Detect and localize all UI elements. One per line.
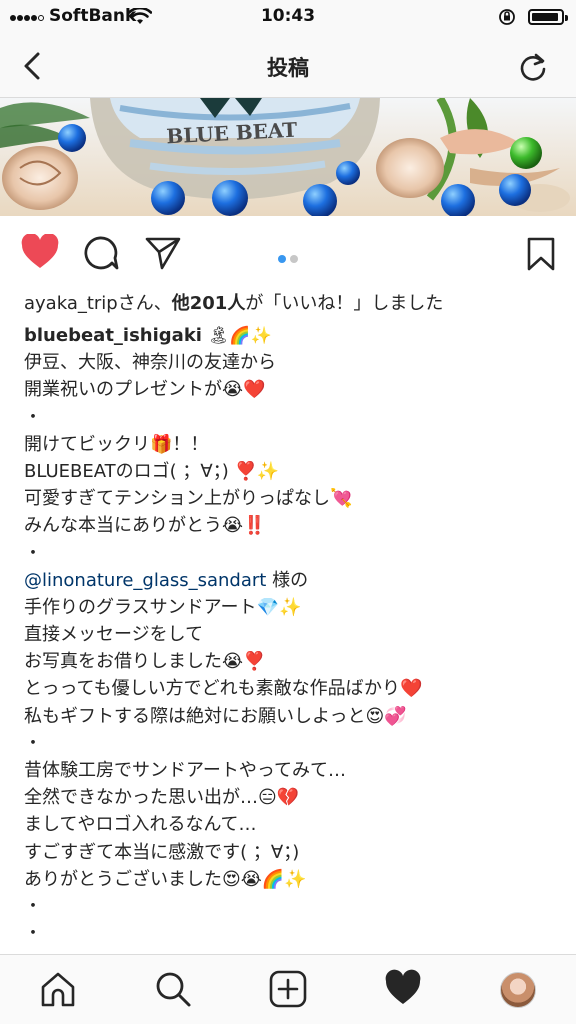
caption-line: ・ <box>24 732 42 754</box>
bottom-tab-bar <box>0 954 576 1024</box>
caption-line: とっっても優しい方でどれも素敵な作品ばかり❤️ <box>24 678 423 700</box>
bookmark-icon[interactable] <box>526 236 556 272</box>
post-action-bar <box>0 216 576 290</box>
carousel-indicator <box>276 248 300 267</box>
caption-line: 手作りのグラスサンドアート💎✨ <box>24 596 302 618</box>
caption-line: 伊豆、大阪、神奈川の友達から <box>24 352 276 374</box>
add-icon[interactable] <box>268 969 308 1009</box>
mention-link[interactable]: @linonature_glass_sandart <box>24 570 266 591</box>
caption-line: ・ <box>24 406 42 428</box>
post-caption: bluebeat_ishigaki 🏝🌈✨ 伊豆、大阪、神奈川の友達から 開業祝い… <box>24 322 564 947</box>
caption-lines-block-2: 手作りのグラスサンドアート💎✨ 直接メッセージをしてお写真をお借りしました😭❣️ と… <box>24 594 564 947</box>
liker-username[interactable]: ayaka_trip <box>24 293 118 314</box>
heart-icon[interactable] <box>20 234 60 270</box>
mention-suffix: 様の <box>266 569 309 591</box>
likes-suffix: が「いいね！」しました <box>245 293 444 314</box>
likes-summary[interactable]: ayaka_tripさん、他201人が「いいね！」しました <box>24 289 443 315</box>
clock: 10:43 <box>260 6 316 26</box>
post-image-art: BLUE BEAT <box>0 98 576 216</box>
comment-icon[interactable] <box>82 234 120 272</box>
carousel-dot <box>290 255 298 263</box>
caption-line: 可愛すぎてテンション上がりっぱなし💘 <box>24 488 353 510</box>
battery-icon <box>528 9 568 25</box>
profile-avatar[interactable] <box>500 972 536 1008</box>
caption-line: お写真をお借りしました😭❣️ <box>24 651 266 673</box>
likes-count[interactable]: 他201人 <box>172 293 246 314</box>
caption-line: ましてやロゴ入れるなんて… <box>24 814 257 836</box>
caption-line: ・ <box>24 895 42 917</box>
nav-header: 投稿 <box>0 34 576 98</box>
activity-heart-icon[interactable] <box>383 969 423 1009</box>
caption-line: ありがとうございました😍😭🌈✨ <box>24 868 307 890</box>
caption-lines-block-1: 伊豆、大阪、神奈川の友達から 開業祝いのプレゼントが😭❤️ ・開けてビックリ🎁！！ B… <box>24 349 564 567</box>
caption-line: 昔体験工房でサンドアートやってみて… <box>24 760 347 781</box>
caption-line: 開業祝いのプレゼントが😭❤️ <box>24 379 266 401</box>
caption-line: ・ <box>24 542 42 564</box>
caption-header: bluebeat_ishigaki 🏝🌈✨ <box>24 322 564 349</box>
caption-line: すごすぎて本当に感激です( ；∀；) <box>24 841 300 863</box>
caption-line: 直接メッセージをして <box>24 624 204 646</box>
orientation-lock-icon <box>499 9 515 25</box>
page-title: 投稿 <box>267 56 309 80</box>
caption-line: みんな本当にありがとう😭‼️ <box>24 515 266 537</box>
caption-line: 私もギフトする際は絶対にお願いしよっと😍💞 <box>24 705 407 727</box>
caption-username[interactable]: bluebeat_ishigaki <box>24 325 202 346</box>
likes-connector: さん、 <box>117 293 172 314</box>
share-icon[interactable] <box>144 234 182 272</box>
caption-line: 開けてビックリ🎁！！ <box>24 433 209 455</box>
carousel-dot-active <box>278 255 286 263</box>
caption-mention-line: @linonature_glass_sandart 様の <box>24 567 564 594</box>
caption-line: ・ <box>24 923 42 945</box>
caption-line: 全然できなかった思い出が…😑💔 <box>24 787 300 809</box>
caption-line: BLUEBEATのロゴ( ；∀；) ❣️✨ <box>24 460 280 482</box>
post-image[interactable]: BLUE BEAT <box>0 98 576 216</box>
caption-username-emoji: 🏝🌈✨ <box>207 326 272 346</box>
status-bar: SoftBank 10:43 <box>0 0 576 34</box>
search-icon[interactable] <box>153 969 193 1009</box>
home-icon[interactable] <box>38 969 78 1009</box>
refresh-icon[interactable] <box>516 50 550 84</box>
